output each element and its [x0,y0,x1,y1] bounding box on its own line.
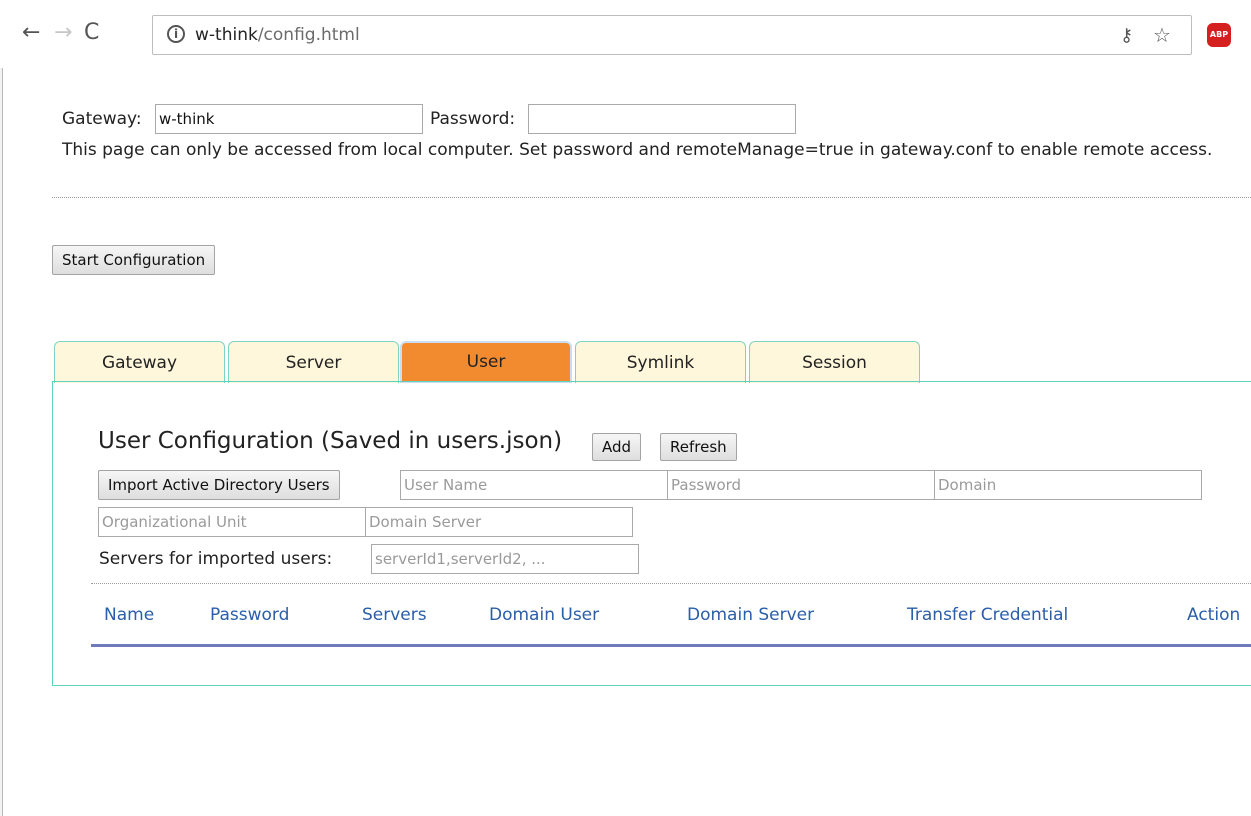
window-edge [0,0,3,816]
column-header-domain-server[interactable]: Domain Server [687,605,814,625]
password-input[interactable] [528,104,796,134]
servers-input[interactable] [371,544,639,574]
key-icon[interactable]: ⚷ [1120,25,1133,46]
gateway-label: Gateway: [62,109,142,129]
tab-gateway[interactable]: Gateway [54,341,225,383]
user-name-input[interactable] [400,470,668,500]
user-config-title: User Configuration (Saved in users.json) [98,428,563,454]
servers-label: Servers for imported users: [99,549,333,569]
url-host: w-think [195,25,258,45]
import-ad-users-button[interactable]: Import Active Directory Users [98,470,340,500]
domain-server-input[interactable] [365,507,633,537]
column-header-action[interactable]: Action [1187,605,1240,625]
tab-session[interactable]: Session [749,341,920,383]
bookmark-star-icon[interactable]: ☆ [1153,23,1171,47]
ad-password-input[interactable] [667,470,935,500]
url-path: /config.html [257,25,360,45]
divider [52,197,1251,198]
info-icon[interactable]: i [167,25,185,43]
address-bar[interactable]: i w-think/config.html ⚷ ☆ [152,15,1192,55]
organizational-unit-input[interactable] [98,507,366,537]
column-header-transfer-credential[interactable]: Transfer Credential [907,605,1068,625]
tab-server[interactable]: Server [228,341,399,383]
password-label: Password: [430,109,516,129]
column-header-name[interactable]: Name [104,605,154,625]
browser-toolbar: ← → C i w-think/config.html ⚷ ☆ ABP [0,0,1251,68]
adblock-icon[interactable]: ABP [1207,23,1231,47]
column-header-password[interactable]: Password [210,605,289,625]
column-header-servers[interactable]: Servers [362,605,427,625]
tab-symlink[interactable]: Symlink [575,341,746,383]
url-text[interactable]: w-think/config.html [195,25,360,45]
column-header-domain-user[interactable]: Domain User [489,605,599,625]
access-note: This page can only be accessed from loca… [62,140,1213,160]
section-divider [91,583,1251,584]
start-configuration-button[interactable]: Start Configuration [52,245,216,275]
add-button[interactable]: Add [592,433,642,461]
gateway-input[interactable] [155,104,423,134]
forward-arrow-icon[interactable]: → [54,22,72,44]
tab-user[interactable]: User [400,341,572,383]
reload-icon[interactable]: C [84,22,99,44]
table-header-underline [91,644,1251,647]
domain-input[interactable] [934,470,1202,500]
refresh-button[interactable]: Refresh [660,433,737,461]
back-arrow-icon[interactable]: ← [22,22,40,44]
